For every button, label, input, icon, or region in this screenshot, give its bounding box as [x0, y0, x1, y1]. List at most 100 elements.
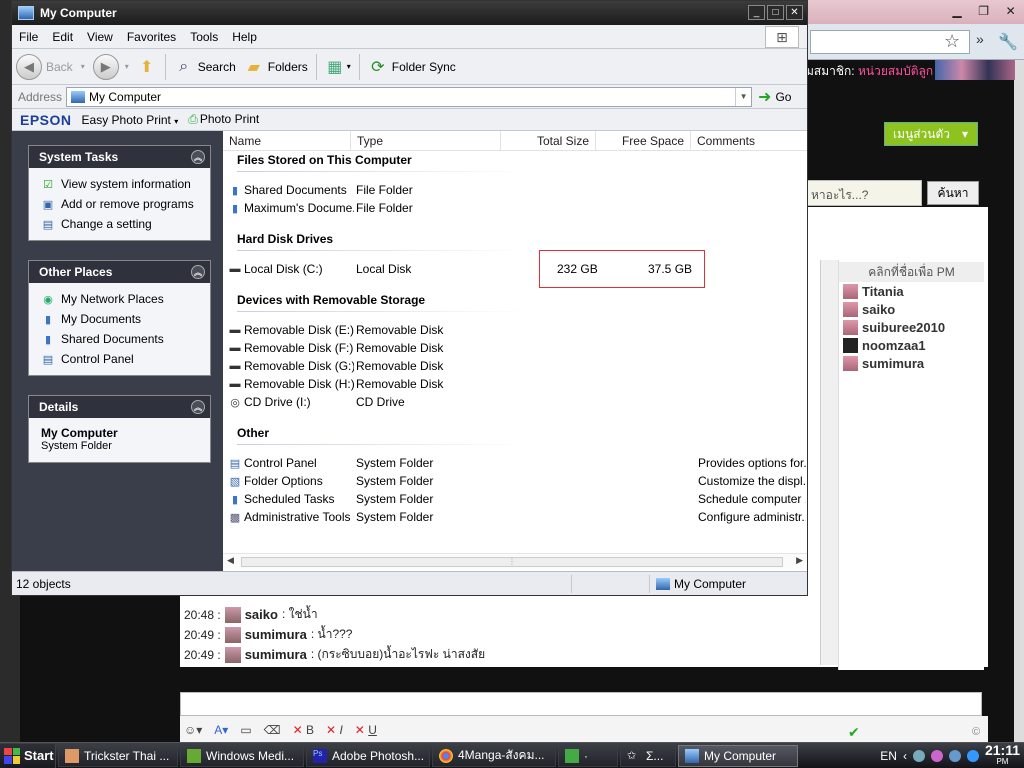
- site-search-button[interactable]: ค้นหา: [927, 181, 979, 205]
- list-item[interactable]: ▬ Local Disk (C:) Local Disk 232 GB 37.5…: [223, 260, 807, 278]
- menu-help[interactable]: Help: [225, 30, 264, 44]
- list-item[interactable]: ▧ Folder Options System Folder Customize…: [223, 472, 807, 490]
- taskbar-item[interactable]: ·: [558, 744, 618, 767]
- taskbar-item[interactable]: Windows Medi...: [180, 744, 304, 767]
- chevron-right-icon[interactable]: »: [976, 31, 984, 47]
- chat-scrollbar[interactable]: [820, 260, 838, 665]
- emoticon-icon[interactable]: ☺▾: [184, 723, 202, 737]
- pm-user[interactable]: noomzaa1: [839, 336, 984, 354]
- task-view-system-info[interactable]: ☑ View system information: [41, 174, 198, 194]
- clock[interactable]: 21:11 PM: [985, 743, 1020, 767]
- wrench-icon[interactable]: 🔧: [998, 32, 1018, 52]
- taskbar-item[interactable]: 4Manga-สังคม...: [432, 744, 556, 767]
- column-comments[interactable]: Comments: [691, 131, 807, 151]
- list-item[interactable]: ▮ Scheduled Tasks System Folder Schedule…: [223, 490, 807, 508]
- personal-menu-button[interactable]: เมนูส่วนตัว ▾: [884, 122, 978, 146]
- member-link[interactable]: หน่วยสมบัติลูก: [858, 64, 933, 78]
- chat-user[interactable]: saiko: [245, 607, 278, 622]
- column-type[interactable]: Type: [351, 131, 501, 151]
- go-button[interactable]: ➜ Go: [758, 87, 791, 107]
- volume-icon[interactable]: [948, 750, 961, 762]
- up-button[interactable]: ⬆: [133, 57, 161, 77]
- system-tasks-header[interactable]: System Tasks ︽: [29, 146, 210, 168]
- easy-photo-print-button[interactable]: Easy Photo Print ▾: [82, 113, 179, 127]
- collapse-icon[interactable]: ︽: [191, 265, 205, 279]
- task-change-setting[interactable]: ▤ Change a setting: [41, 214, 198, 234]
- column-total-size[interactable]: Total Size: [501, 131, 596, 151]
- messenger-icon[interactable]: [930, 750, 943, 762]
- browser-scrollbar[interactable]: [1014, 60, 1024, 742]
- title-bar[interactable]: My Computer _ □ ✕: [12, 1, 807, 25]
- place-control-panel[interactable]: ▤ Control Panel: [41, 349, 198, 369]
- browser-window-controls[interactable]: ▁ ❐ ✕: [944, 0, 1024, 22]
- dropdown-arrow-icon[interactable]: ▾: [125, 62, 129, 71]
- search-button[interactable]: ⌕ Search: [170, 57, 240, 77]
- minimize-icon[interactable]: ▁: [952, 4, 961, 18]
- column-free-space[interactable]: Free Space: [596, 131, 691, 151]
- list-item[interactable]: ▬ Removable Disk (F:) Removable Disk: [223, 339, 807, 357]
- chat-user[interactable]: sumimura: [245, 647, 307, 662]
- start-button[interactable]: Start: [0, 743, 56, 768]
- pm-user[interactable]: sumimura: [839, 354, 984, 372]
- list-item[interactable]: ▬ Removable Disk (G:) Removable Disk: [223, 357, 807, 375]
- column-name[interactable]: Name: [223, 131, 351, 151]
- site-search-input[interactable]: หาอะไร...?: [806, 180, 922, 206]
- horizontal-scrollbar[interactable]: ◀ ⋮ ▶: [223, 553, 807, 569]
- menu-view[interactable]: View: [80, 30, 120, 44]
- image-icon[interactable]: ▭: [240, 723, 251, 737]
- restore-icon[interactable]: ❐: [978, 4, 989, 18]
- font-color-icon[interactable]: A▾: [214, 723, 228, 737]
- close-icon[interactable]: ✕: [1006, 4, 1016, 18]
- list-item[interactable]: ▩ Administrative Tools System Folder Con…: [223, 508, 807, 526]
- other-places-header[interactable]: Other Places ︽: [29, 261, 210, 283]
- pm-user[interactable]: suiburee2010: [839, 318, 984, 336]
- place-shared-documents[interactable]: ▮ Shared Documents: [41, 329, 198, 349]
- italic-button[interactable]: ✕ I: [326, 723, 343, 737]
- place-my-documents[interactable]: ▮ My Documents: [41, 309, 198, 329]
- bookmark-star-icon[interactable]: ☆: [944, 31, 960, 52]
- maximize-button[interactable]: □: [767, 5, 784, 20]
- list-item[interactable]: ▮ Shared Documents File Folder: [223, 181, 807, 199]
- scrollbar-thumb[interactable]: ⋮: [241, 557, 783, 567]
- back-button[interactable]: ◀ Back ▾: [12, 53, 89, 80]
- eraser-icon[interactable]: ⌫: [264, 723, 281, 737]
- photo-print-button[interactable]: ⎙ Photo Print: [188, 112, 259, 127]
- views-button[interactable]: ▦ ▾: [321, 57, 355, 77]
- dropdown-arrow-icon[interactable]: ▾: [81, 62, 85, 71]
- task-add-remove-programs[interactable]: ▣ Add or remove programs: [41, 194, 198, 214]
- menu-edit[interactable]: Edit: [45, 30, 80, 44]
- list-item[interactable]: ▬ Removable Disk (E:) Removable Disk: [223, 321, 807, 339]
- taskbar-item-my-computer[interactable]: My Computer: [678, 744, 798, 767]
- taskbar-item[interactable]: Ps Adobe Photosh...: [306, 744, 430, 767]
- taskbar-item[interactable]: ✩ Σ...: [620, 744, 676, 767]
- collapse-icon[interactable]: ︽: [191, 400, 205, 414]
- download-icon[interactable]: [966, 750, 979, 762]
- list-item[interactable]: ◎ CD Drive (I:) CD Drive: [223, 393, 807, 411]
- place-network[interactable]: ◉ My Network Places: [41, 289, 198, 309]
- checkmark-icon[interactable]: ✔: [848, 724, 860, 741]
- menu-file[interactable]: File: [12, 30, 45, 44]
- scroll-left-icon[interactable]: ◀: [227, 555, 234, 566]
- close-button[interactable]: ✕: [786, 5, 803, 20]
- collapse-icon[interactable]: ︽: [191, 150, 205, 164]
- address-field[interactable]: My Computer ▼: [66, 86, 753, 107]
- taskbar-item[interactable]: Trickster Thai ...: [58, 744, 178, 767]
- underline-button[interactable]: ✕ U: [355, 723, 377, 737]
- network-icon[interactable]: [912, 750, 925, 762]
- list-item[interactable]: ▮ Maximum's Docume... File Folder: [223, 199, 807, 217]
- menu-tools[interactable]: Tools: [183, 30, 225, 44]
- list-item[interactable]: ▬ Removable Disk (H:) Removable Disk: [223, 375, 807, 393]
- chat-input[interactable]: [180, 692, 982, 716]
- chat-user[interactable]: sumimura: [245, 627, 307, 642]
- scroll-right-icon[interactable]: ▶: [796, 555, 803, 566]
- bold-button[interactable]: ✕ B: [293, 723, 314, 737]
- dropdown-arrow-icon[interactable]: ▼: [735, 87, 751, 106]
- pm-user[interactable]: saiko: [839, 300, 984, 318]
- folder-sync-button[interactable]: ⟳ Folder Sync: [364, 57, 460, 77]
- language-indicator[interactable]: EN: [880, 749, 897, 763]
- list-item[interactable]: ▤ Control Panel System Folder Provides o…: [223, 454, 807, 472]
- minimize-button[interactable]: _: [748, 5, 765, 20]
- menu-favorites[interactable]: Favorites: [120, 30, 183, 44]
- forward-button[interactable]: ▶ ▾: [89, 53, 133, 80]
- pm-user[interactable]: Titania: [839, 282, 984, 300]
